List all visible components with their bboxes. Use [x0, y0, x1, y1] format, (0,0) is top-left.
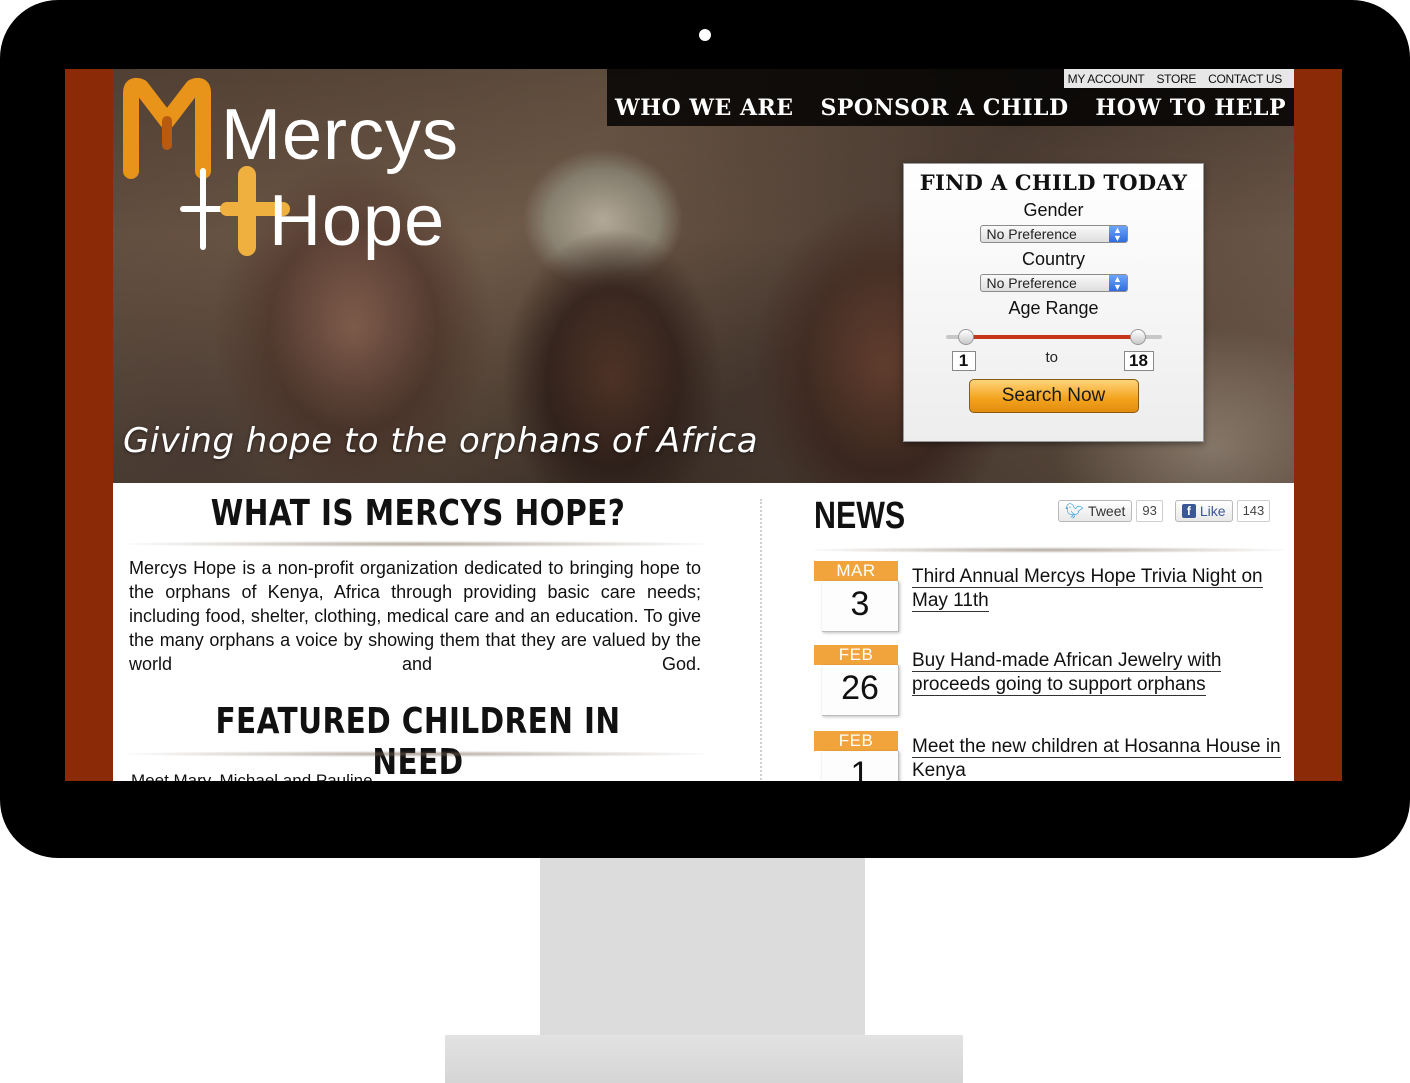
- nav-my-account[interactable]: MY ACCOUNT: [1068, 72, 1145, 86]
- news-title[interactable]: Buy Hand-made African Jewelry with proce…: [912, 649, 1282, 697]
- news-item[interactable]: MAR 3 Third Annual Mercys Hope Trivia Ni…: [814, 561, 1284, 641]
- site-logo[interactable]: Mercys Hope: [123, 75, 458, 265]
- screen: Mercys Hope Giving hope to the orphans o…: [65, 69, 1342, 781]
- heading-divider: [129, 751, 705, 757]
- like-button[interactable]: f Like: [1174, 500, 1233, 522]
- utility-nav: MY ACCOUNT STORE CONTACT US: [1064, 69, 1294, 88]
- monitor-base: [445, 1035, 963, 1083]
- country-select-value: No Preference: [986, 275, 1077, 291]
- monitor-stand: [540, 850, 865, 1045]
- gender-label: Gender: [1023, 200, 1084, 220]
- nav-sponsor-a-child[interactable]: SPONSOR A CHILD: [820, 95, 1068, 121]
- about-text: Mercys Hope is a non-profit organization…: [129, 558, 701, 674]
- heading-divider: [129, 541, 705, 547]
- gender-select[interactable]: No Preference ▲ ▼: [979, 225, 1128, 243]
- country-label: Country: [1021, 249, 1086, 269]
- select-arrows-icon: ▲ ▼: [1108, 275, 1127, 292]
- search-now-button[interactable]: Search Now: [968, 379, 1139, 413]
- date-month: FEB: [814, 731, 898, 751]
- tweet-count: 93: [1136, 500, 1163, 522]
- find-child-panel: FIND A CHILD TODAY Gender No Preference …: [903, 163, 1204, 442]
- tweet-label: Tweet: [1088, 503, 1126, 519]
- age-range-slider[interactable]: 1 to 18: [945, 325, 1162, 375]
- hero-banner: Mercys Hope Giving hope to the orphans o…: [113, 69, 1294, 483]
- date-day: 3: [822, 581, 899, 632]
- logo-text-hope: Hope: [269, 181, 446, 261]
- news-section: NEWS 🐦︎ Tweet 93 f Like 143 MAR 3 Third …: [758, 483, 1294, 781]
- nav-who-we-are[interactable]: WHO WE ARE: [615, 95, 794, 121]
- age-range-label: Age Range: [1008, 298, 1099, 318]
- about-heading: WHAT IS MERCYS HOPE?: [210, 493, 626, 534]
- date-day: 1: [822, 751, 899, 781]
- age-to-label: to: [1045, 349, 1059, 366]
- like-label: Like: [1199, 503, 1226, 519]
- date-day: 26: [822, 665, 899, 716]
- news-item[interactable]: FEB 26 Buy Hand-made African Jewelry wit…: [814, 645, 1284, 725]
- nav-how-to-help[interactable]: HOW TO HELP: [1095, 95, 1286, 121]
- date-month: MAR: [814, 561, 898, 581]
- tweet-button[interactable]: 🐦︎ Tweet: [1058, 500, 1133, 522]
- age-min-value: 1: [951, 351, 976, 371]
- featured-subtitle[interactable]: Meet Mary, Michael and Pauline: [131, 771, 373, 781]
- camera-icon: [699, 29, 711, 41]
- nav-store[interactable]: STORE: [1156, 72, 1196, 86]
- news-heading: NEWS: [814, 495, 906, 537]
- social-buttons: 🐦︎ Tweet 93 f Like 143: [1058, 500, 1271, 522]
- twitter-bird-icon: 🐦︎: [1065, 503, 1085, 520]
- news-title[interactable]: Meet the new children at Hosanna House i…: [912, 735, 1282, 781]
- country-select[interactable]: No Preference ▲ ▼: [979, 274, 1128, 292]
- slider-min-handle[interactable]: [957, 329, 974, 345]
- date-month: FEB: [814, 645, 898, 665]
- web-page: Mercys Hope Giving hope to the orphans o…: [113, 69, 1294, 781]
- select-arrows-icon: ▲ ▼: [1108, 226, 1127, 243]
- slider-max-handle[interactable]: [1129, 329, 1146, 345]
- main-nav: WHO WE ARE SPONSOR A CHILD HOW TO HELP: [607, 91, 1294, 125]
- gender-select-value: No Preference: [986, 226, 1077, 242]
- nav-contact-us[interactable]: CONTACT US: [1208, 72, 1282, 86]
- date-tile: FEB 1: [814, 731, 899, 781]
- like-count: 143: [1236, 500, 1271, 522]
- featured-heading: FEATURED CHILDREN IN NEED: [215, 701, 621, 781]
- about-section: WHAT IS MERCYS HOPE? Mercys Hope is a no…: [113, 483, 758, 781]
- news-item[interactable]: FEB 1 Meet the new children at Hosanna H…: [814, 731, 1284, 781]
- top-navigation: MY ACCOUNT STORE CONTACT US WHO WE ARE S…: [607, 69, 1294, 126]
- heading-divider: [814, 547, 1284, 553]
- age-max-value: 18: [1123, 351, 1154, 371]
- logo-text-mercys: Mercys: [221, 95, 459, 175]
- date-tile: MAR 3: [814, 561, 899, 632]
- monitor-bezel: Mercys Hope Giving hope to the orphans o…: [0, 0, 1410, 858]
- date-tile: FEB 26: [814, 645, 899, 716]
- slider-fill: [963, 335, 1140, 339]
- news-title[interactable]: Third Annual Mercys Hope Trivia Night on…: [912, 565, 1282, 613]
- finder-title: FIND A CHILD TODAY: [919, 170, 1188, 195]
- facebook-icon: f: [1181, 504, 1196, 518]
- hero-tagline: Giving hope to the orphans of Africa: [123, 421, 759, 461]
